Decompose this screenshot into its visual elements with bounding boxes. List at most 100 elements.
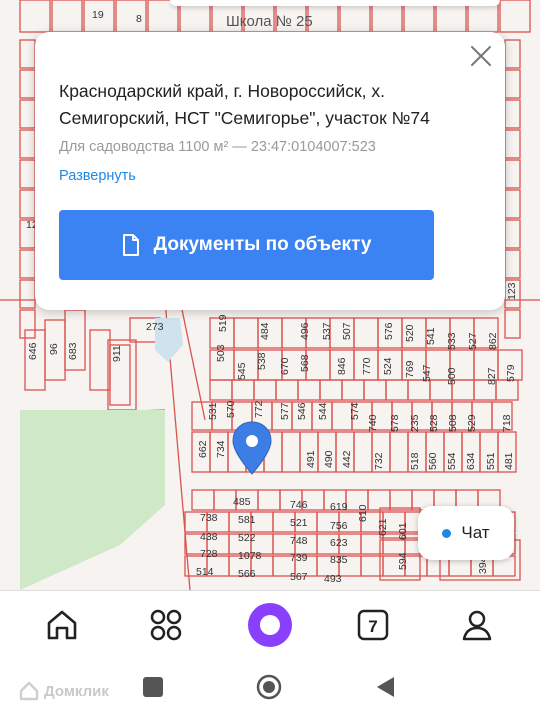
plot-number-label: 646 (27, 342, 39, 360)
plot-number-label: 438 (200, 531, 218, 543)
plot-number-label: 500 (446, 367, 458, 385)
alice-assistant-icon (248, 603, 292, 647)
plot-number-label: 568 (299, 354, 311, 372)
plot-number-label: 772 (253, 400, 265, 418)
home-icon (47, 610, 77, 640)
back-icon (377, 677, 394, 697)
plot-number-label: 746 (290, 499, 308, 511)
chat-online-dot (442, 528, 452, 538)
plot-number-label: 538 (256, 352, 268, 370)
documents-button-label: Документы по объекту (153, 234, 372, 255)
plot-number-label: 554 (446, 452, 458, 470)
plot-number-label: 594 (397, 552, 409, 570)
plot-number-label: 683 (67, 342, 79, 360)
plot-number-label: 519 (217, 314, 229, 332)
expand-link[interactable]: Развернуть (59, 168, 136, 184)
plot-number-label: 522 (238, 532, 256, 544)
services-grid-icon (150, 609, 182, 641)
plot-number-label: 524 (382, 357, 394, 375)
plot-number-label: 273 (146, 321, 164, 333)
plot-number-label: 496 (299, 322, 311, 340)
system-home-icon (256, 674, 282, 700)
plot-number-label: 19 (92, 9, 104, 21)
plot-number-label: 521 (290, 517, 308, 529)
plot-number-label: 529 (466, 414, 478, 432)
plot-number-label: 610 (357, 504, 369, 522)
plot-number-label: 545 (236, 362, 248, 380)
plot-number-label: 551 (485, 452, 497, 470)
close-button[interactable] (469, 44, 493, 68)
plot-number-label: 546 (296, 402, 308, 420)
plot-number-label: 728 (200, 548, 218, 560)
system-home-button[interactable] (256, 674, 282, 700)
plot-number-label: 527 (467, 332, 479, 350)
tab-alice[interactable] (246, 601, 294, 649)
domclick-watermark: Домклик (18, 680, 109, 702)
plot-number-label: 574 (349, 402, 361, 420)
chat-button[interactable]: Чат (418, 506, 514, 560)
plot-number-label: 576 (383, 322, 395, 340)
plot-number-label: 567 (290, 571, 308, 583)
plot-number-label: 520 (404, 324, 416, 342)
plot-number-label: 442 (341, 450, 353, 468)
plot-number-label: 581 (238, 514, 256, 526)
bottom-tab-bar: 7 (0, 590, 540, 659)
plot-number-label: 621 (377, 518, 389, 536)
plot-number-label: 531 (207, 402, 219, 420)
plot-number-label: 485 (233, 496, 251, 508)
plot-number-label: 490 (323, 450, 335, 468)
calendar-icon: 7 (357, 609, 389, 641)
plot-number-label: 123 (506, 282, 518, 300)
plot-number-label: 770 (361, 357, 373, 375)
plot-number-label: 8 (136, 13, 142, 25)
plot-number-label: 547 (421, 364, 433, 382)
document-icon (122, 234, 139, 256)
plot-number-label: 862 (487, 332, 499, 350)
plot-number-label: 911 (111, 345, 123, 362)
plot-number-label: 528 (428, 414, 440, 432)
recents-button[interactable] (143, 677, 163, 697)
plot-number-label: 748 (290, 535, 308, 547)
documents-button[interactable]: Документы по объекту (59, 210, 434, 280)
plot-number-label: 560 (427, 452, 439, 470)
plot-number-label: 518 (409, 452, 421, 470)
plot-number-label: 739 (290, 552, 308, 564)
plot-number-label: 662 (197, 440, 209, 458)
plot-number-label: 732 (373, 452, 385, 470)
plot-number-label: 623 (330, 537, 348, 549)
plot-number-label: 541 (425, 327, 437, 345)
plot-number-label: 514 (196, 566, 214, 578)
plot-number-label: 846 (336, 357, 348, 375)
plot-number-label: 481 (503, 452, 515, 470)
tab-profile[interactable] (453, 601, 501, 649)
calendar-badge-count: 7 (368, 617, 377, 636)
plot-number-label: 579 (505, 364, 517, 382)
plot-meta: Для садоводства 1100 м² — 23:47:0104007:… (59, 139, 376, 155)
close-icon (471, 46, 491, 66)
plot-number-label: 738 (200, 512, 218, 524)
tab-home[interactable] (38, 601, 86, 649)
plot-number-label: 769 (404, 360, 416, 378)
plot-number-label: 503 (215, 344, 227, 362)
plot-number-label: 601 (397, 522, 409, 540)
plot-number-label: 578 (389, 414, 401, 432)
plot-number-label: 634 (465, 452, 477, 470)
plot-number-label: 740 (367, 414, 379, 432)
plot-number-label: 670 (279, 357, 291, 375)
profile-icon (462, 610, 492, 641)
chat-label: Чат (461, 523, 490, 542)
tab-services[interactable] (142, 601, 190, 649)
plot-number-label: 533 (446, 332, 458, 350)
back-button[interactable] (374, 675, 396, 699)
plot-number-label: 537 (321, 322, 333, 340)
plot-number-label: 235 (409, 414, 421, 432)
plot-number-label: 718 (501, 414, 513, 432)
plot-number-label: 484 (259, 322, 271, 340)
plot-number-label: 1078 (238, 550, 262, 562)
plot-number-label: 827 (486, 367, 498, 385)
tab-calendar[interactable]: 7 (349, 601, 397, 649)
plot-number-label: 835 (330, 554, 348, 566)
plot-info-card: Краснодарский край, г. Новороссийск, х. … (35, 32, 505, 310)
plot-number-label: 491 (305, 450, 317, 468)
school-label: Школа № 25 (226, 13, 313, 30)
